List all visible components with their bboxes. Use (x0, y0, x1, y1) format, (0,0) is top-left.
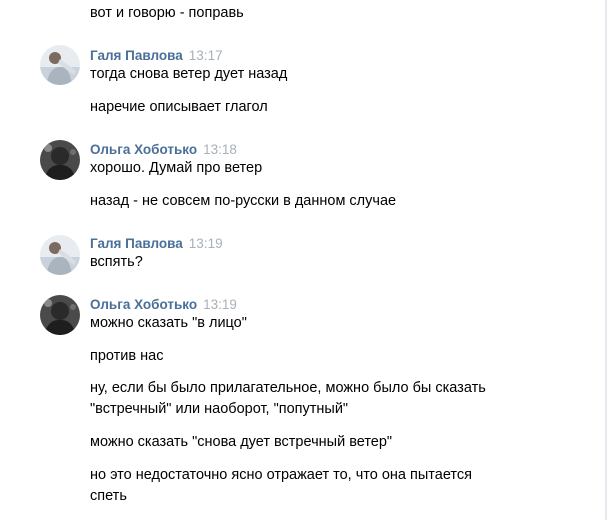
message-text-line: "встречный" или наоборот, "попутный" (90, 401, 349, 417)
message-text: против нас (90, 348, 164, 364)
user-photo-icon (40, 45, 80, 85)
message-text-line: спеть (90, 488, 127, 504)
message-timestamp[interactable]: 13:19 (203, 297, 237, 312)
avatar-olga-khobotko[interactable] (40, 140, 80, 180)
message-text-line: но это недостаточно ясно отражает то, чт… (90, 467, 472, 483)
avatar-olga-khobotko[interactable] (40, 295, 80, 335)
message-text: можно сказать "в лицо" (90, 315, 247, 331)
chat-history: вот и говорю - поправь Галя Павлова 13:17… (0, 0, 605, 520)
message-text: тогда снова ветер дует назад (90, 66, 288, 82)
message-header: Ольга Хоботько 13:19 (90, 296, 237, 314)
message-timestamp[interactable]: 13:17 (189, 48, 223, 63)
message-header: Галя Павлова 13:17 (90, 47, 223, 65)
author-name-link[interactable]: Галя Павлова (90, 48, 183, 63)
message-text: назад - не совсем по-русски в данном слу… (90, 193, 397, 209)
author-name-link[interactable]: Ольга Хоботько (90, 142, 197, 157)
message-header: Ольга Хоботько 13:18 (90, 141, 237, 159)
message-timestamp[interactable]: 13:18 (203, 142, 237, 157)
message-header: Галя Павлова 13:19 (90, 235, 223, 253)
avatar-galya-pavlova[interactable] (40, 235, 80, 275)
author-name-link[interactable]: Ольга Хоботько (90, 297, 197, 312)
message-text: хорошо. Думай про ветер (90, 160, 263, 176)
message-timestamp[interactable]: 13:19 (189, 236, 223, 251)
message-text: вот и говорю - поправь (90, 5, 244, 21)
user-photo-icon (40, 235, 80, 275)
user-photo-icon (40, 295, 80, 335)
avatar-galya-pavlova[interactable] (40, 45, 80, 85)
message-text: можно сказать "снова дует встречный вете… (90, 434, 393, 450)
message-text-line: ну, если бы было прилагательное, можно б… (90, 380, 486, 396)
message-text: наречие описывает глагол (90, 99, 268, 115)
author-name-link[interactable]: Галя Павлова (90, 236, 183, 251)
message-text: вспять? (90, 254, 143, 270)
user-photo-icon (40, 140, 80, 180)
